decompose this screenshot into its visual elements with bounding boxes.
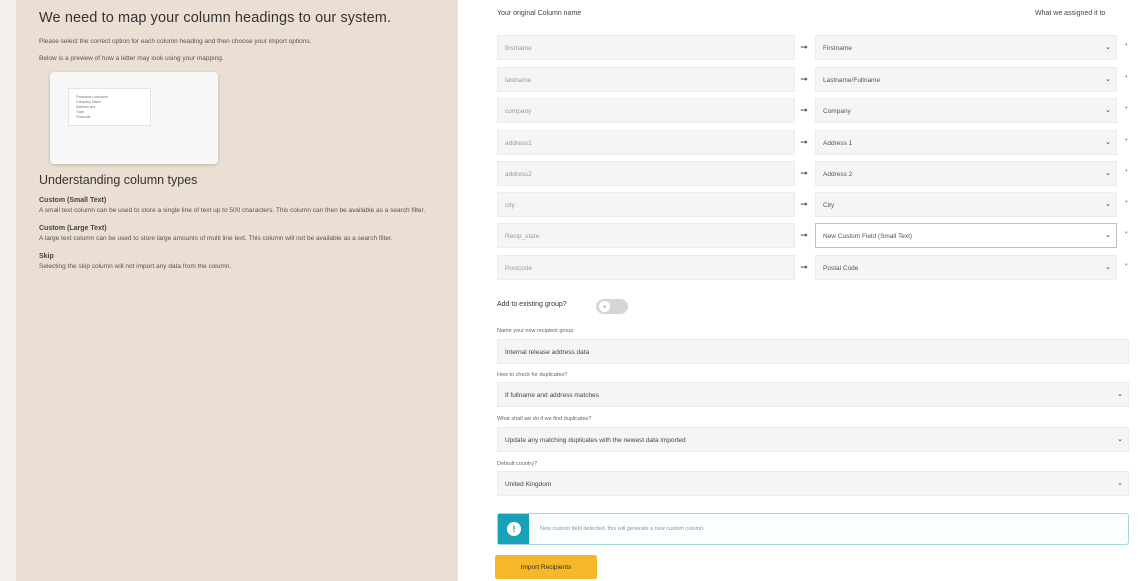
notice-text: New custom field detected, this will gen…	[540, 526, 705, 532]
duplicate-action-select[interactable]: Update any matching duplicates with the …	[497, 427, 1129, 452]
selected-value: Postal Code	[823, 265, 859, 272]
default-country-select[interactable]: United Kingdom ⌄	[497, 471, 1129, 496]
selected-value: If fullname and address matches	[505, 392, 599, 399]
arrow-right-icon: ➞	[800, 42, 808, 52]
original-column-field: Postcode	[497, 255, 795, 280]
arrow-right-icon: ➞	[800, 74, 808, 84]
mapping-row: firstname ➞ Firstname ⌄ *	[497, 35, 1137, 60]
assigned-column-select[interactable]: Firstname ⌄	[815, 35, 1117, 60]
mapping-row: lastname ➞ Lastname/Fullname ⌄ *	[497, 67, 1137, 92]
chevron-down-icon: ⌄	[1105, 107, 1111, 114]
assigned-column-select[interactable]: Address 1 ⌄	[815, 130, 1117, 155]
chevron-down-icon: ⌄	[1105, 139, 1111, 146]
group-name-input[interactable]: Internal release address data	[497, 339, 1129, 364]
arrow-right-icon: ➞	[800, 230, 808, 240]
custom-field-notice: ! New custom field detected, this will g…	[497, 513, 1129, 545]
chevron-down-icon: ⌄	[1105, 201, 1111, 208]
selected-value: Address 1	[823, 140, 853, 147]
original-column-field: firstname	[497, 35, 795, 60]
mapping-help-panel: We need to map your column headings to o…	[16, 0, 458, 581]
assigned-column-select[interactable]: Address 2 ⌄	[815, 161, 1117, 186]
original-column-field: Recip_state	[497, 223, 795, 248]
selected-value: City	[823, 202, 835, 209]
column-type-description: A large text column can be used to store…	[39, 235, 393, 242]
default-country-label: Default country?	[497, 461, 538, 467]
mapping-row: address1 ➞ Address 1 ⌄ *	[497, 130, 1137, 155]
assigned-column-select[interactable]: City ⌄	[815, 192, 1117, 217]
toggle-knob: ✕	[599, 301, 610, 312]
chevron-down-icon: ⌄	[1105, 170, 1111, 177]
chevron-down-icon: ⌄	[1105, 264, 1111, 271]
required-asterisk: *	[1125, 138, 1128, 145]
column-types-heading: Understanding column types	[39, 173, 198, 187]
chevron-down-icon: ⌄	[1105, 76, 1111, 83]
chevron-down-icon: ⌄	[1117, 391, 1123, 398]
mapping-row: Recip_state ➞ New Custom Field (Small Te…	[497, 223, 1137, 248]
selected-value: Lastname/Fullname	[823, 77, 881, 84]
original-column-field: city	[497, 192, 795, 217]
column-type-description: A small text column can be used to store…	[39, 207, 426, 214]
letter-preview: Firstname Lastname Company Name Address …	[50, 72, 218, 164]
column-type-small-text: Custom (Small Text) A small text column …	[39, 197, 458, 216]
selected-value: Company	[823, 108, 851, 115]
column-type-title: Skip	[39, 253, 54, 260]
assigned-column-select[interactable]: Postal Code ⌄	[815, 255, 1117, 280]
column-type-description: Selecting the skip column will not impor…	[39, 263, 232, 270]
column-type-skip: Skip Selecting the skip column will not …	[39, 253, 458, 272]
duplicate-action-label: What shall we do if we find duplicates?	[497, 416, 592, 422]
required-asterisk: *	[1125, 231, 1128, 238]
import-recipients-button[interactable]: Import Recipients	[495, 555, 597, 579]
chevron-down-icon: ⌄	[1117, 436, 1123, 443]
selected-value: Update any matching duplicates with the …	[505, 437, 686, 444]
original-column-field: lastname	[497, 67, 795, 92]
original-column-field: address2	[497, 161, 795, 186]
original-column-field: address1	[497, 130, 795, 155]
chevron-down-icon: ⌄	[1105, 232, 1111, 239]
required-asterisk: *	[1125, 106, 1128, 113]
arrow-right-icon: ➞	[800, 105, 808, 115]
required-asterisk: *	[1125, 169, 1128, 176]
assigned-column-header: What we assigned it to	[1035, 10, 1106, 17]
column-type-title: Custom (Large Text)	[39, 225, 107, 232]
letter-address-window: Firstname Lastname Company Name Address …	[68, 88, 151, 126]
mapping-row: address2 ➞ Address 2 ⌄ *	[497, 161, 1137, 186]
info-icon: !	[507, 522, 521, 536]
preview-line: Postcode	[76, 115, 91, 119]
required-asterisk: *	[1125, 43, 1128, 50]
selected-value: United Kingdom	[505, 481, 552, 488]
arrow-right-icon: ➞	[800, 262, 808, 272]
chevron-down-icon: ⌄	[1117, 480, 1123, 487]
arrow-right-icon: ➞	[800, 168, 808, 178]
add-to-group-toggle[interactable]: ✕	[596, 299, 628, 314]
mapping-row: city ➞ City ⌄ *	[497, 192, 1137, 217]
column-type-title: Custom (Small Text)	[39, 197, 107, 204]
required-asterisk: *	[1125, 200, 1128, 207]
mapping-row: company ➞ Company ⌄ *	[497, 98, 1137, 123]
original-column-header: Your original Column name	[497, 10, 582, 17]
group-name-label: Name your new recipient group	[497, 328, 574, 334]
page-edge	[0, 0, 16, 581]
selected-value: New Custom Field (Small Text)	[823, 233, 913, 240]
required-asterisk: *	[1125, 75, 1128, 82]
preview-caption: Below is a preview of how a letter may l…	[39, 55, 224, 62]
duplicates-check-label: How to check for duplicates?	[497, 372, 568, 378]
instruction-text: Please select the correct option for eac…	[39, 38, 312, 45]
assigned-column-select[interactable]: New Custom Field (Small Text) ⌄	[815, 223, 1117, 248]
original-column-field: company	[497, 98, 795, 123]
selected-value: Firstname	[823, 45, 852, 52]
required-asterisk: *	[1125, 263, 1128, 270]
chevron-down-icon: ⌄	[1105, 44, 1111, 51]
arrow-right-icon: ➞	[800, 137, 808, 147]
column-type-large-text: Custom (Large Text) A large text column …	[39, 225, 458, 244]
selected-value: Address 2	[823, 171, 853, 178]
assigned-column-select[interactable]: Lastname/Fullname ⌄	[815, 67, 1117, 92]
notice-icon-box: !	[498, 514, 529, 544]
add-to-group-label: Add to existing group?	[497, 301, 567, 308]
mapping-heading: We need to map your column headings to o…	[39, 10, 392, 26]
assigned-column-select[interactable]: Company ⌄	[815, 98, 1117, 123]
duplicates-check-select[interactable]: If fullname and address matches ⌄	[497, 382, 1129, 407]
mapping-row: Postcode ➞ Postal Code ⌄ *	[497, 255, 1137, 280]
column-mapping-form: Your original Column name What we assign…	[458, 0, 1147, 581]
arrow-right-icon: ➞	[800, 199, 808, 209]
